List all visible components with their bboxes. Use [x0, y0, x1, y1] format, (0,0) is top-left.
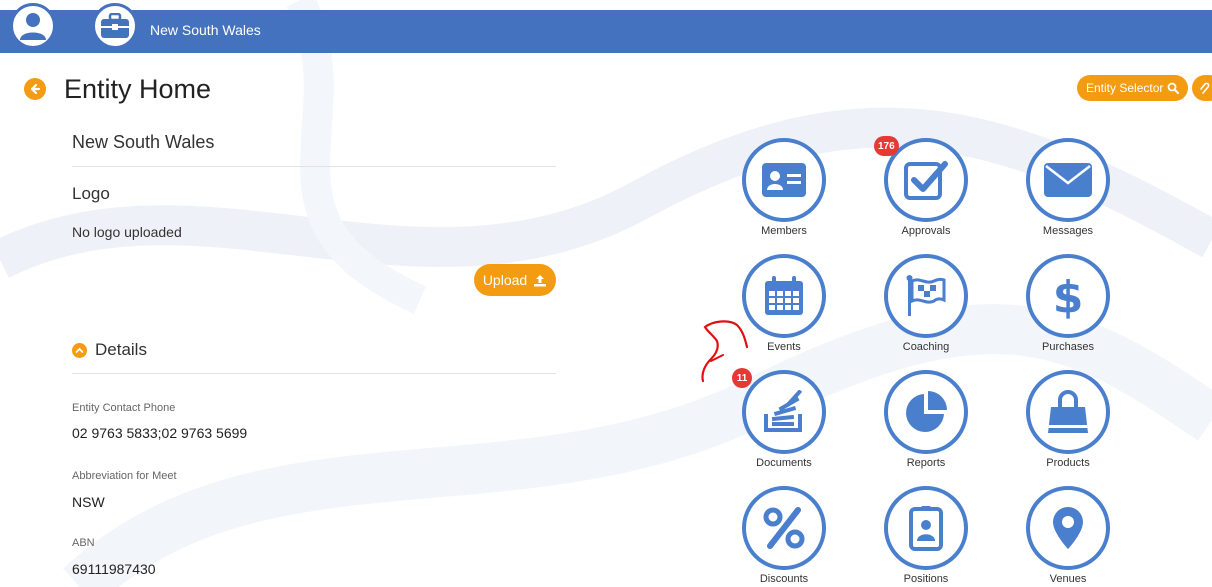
- field-value: 69111987430: [72, 561, 156, 577]
- upload-icon: [534, 274, 547, 286]
- field-value: NSW: [72, 494, 105, 510]
- user-icon: [20, 13, 46, 40]
- field-label: ABN: [72, 537, 95, 549]
- tile-label: Reports: [906, 457, 946, 469]
- upload-button[interactable]: Upload: [474, 264, 556, 296]
- entity-name-heading: New South Wales: [72, 132, 215, 152]
- tile-products[interactable]: Products: [1008, 370, 1128, 469]
- dollar-icon: $: [1053, 272, 1084, 320]
- logo-status: No logo uploaded: [72, 224, 182, 240]
- tile-messages[interactable]: Messages: [1008, 138, 1128, 237]
- tile-label: Discounts: [759, 573, 809, 585]
- entity-avatar[interactable]: [92, 3, 138, 49]
- envelope-icon: [1044, 163, 1092, 197]
- tile-ring: [742, 138, 826, 222]
- tile-ring: [742, 254, 826, 338]
- tile-label: Positions: [903, 573, 949, 585]
- tile-label: Members: [761, 225, 807, 237]
- calendar-icon: [765, 276, 803, 315]
- tile-label: Purchases: [1042, 341, 1094, 353]
- tile-label: Coaching: [902, 341, 950, 353]
- attachment-button[interactable]: [1192, 75, 1212, 101]
- tile-ring: [884, 486, 968, 570]
- field-label: Entity Contact Phone: [72, 402, 176, 414]
- map-pin-icon: [1053, 507, 1083, 549]
- badge-icon: [909, 506, 943, 551]
- search-icon: [1167, 82, 1180, 94]
- tile-reports[interactable]: Reports: [866, 370, 986, 469]
- pie-chart-icon: [906, 391, 947, 432]
- tile-members[interactable]: Members: [724, 138, 844, 237]
- topbar-title: New South Wales: [150, 22, 261, 38]
- details-toggle[interactable]: Details: [72, 340, 147, 360]
- tile-ring: [742, 370, 826, 454]
- paperclip-icon: [1200, 82, 1210, 94]
- divider: [72, 166, 556, 167]
- tile-label: Approvals: [901, 225, 951, 237]
- top-bar: New South Wales: [0, 3, 1212, 53]
- tile-ring: [1026, 370, 1110, 454]
- divider: [72, 373, 556, 374]
- tile-ring: [1026, 486, 1110, 570]
- documents-count-badge: 11: [732, 368, 752, 388]
- tile-ring: [884, 370, 968, 454]
- tile-approvals[interactable]: 176 Approvals: [866, 136, 986, 237]
- tile-label: Events: [767, 341, 801, 353]
- tile-ring: [884, 254, 968, 338]
- page-title: Entity Home: [64, 74, 212, 104]
- tile-documents[interactable]: 11 Documents: [724, 368, 844, 469]
- field-label: Abbreviation for Meet: [72, 470, 177, 482]
- shopping-bag-icon: [1048, 390, 1088, 433]
- field-value: 02 9763 5833;02 9763 5699: [72, 425, 248, 441]
- tile-label: Products: [1046, 457, 1090, 469]
- logo-heading: Logo: [72, 184, 110, 203]
- chevron-up-icon: [72, 342, 87, 358]
- arrow-left-icon: [30, 83, 41, 95]
- tile-discounts[interactable]: Discounts: [724, 486, 844, 585]
- tile-ring: [742, 486, 826, 570]
- svg-text:$: $: [1053, 272, 1084, 320]
- checkbox-icon: [904, 161, 948, 200]
- percent-icon: [763, 507, 805, 549]
- tile-coaching[interactable]: Coaching: [866, 254, 986, 353]
- document-stack-icon: [764, 390, 803, 432]
- user-avatar[interactable]: [10, 3, 56, 49]
- tile-ring: $: [1026, 254, 1110, 338]
- upload-label: Upload: [482, 272, 528, 288]
- tile-ring: [1026, 138, 1110, 222]
- back-button[interactable]: [24, 78, 46, 100]
- tile-purchases[interactable]: $ Purchases: [1008, 254, 1128, 353]
- tile-venues[interactable]: Venues: [1008, 486, 1128, 585]
- tile-label: Venues: [1049, 573, 1087, 585]
- tile-label: Messages: [1042, 225, 1094, 237]
- id-card-icon: [762, 163, 806, 197]
- briefcase-icon: [101, 13, 129, 38]
- tile-positions[interactable]: Positions: [866, 486, 986, 585]
- entity-selector-label: Entity Selector: [1086, 81, 1164, 95]
- tile-events[interactable]: Events: [724, 254, 844, 353]
- flag-icon: [906, 275, 946, 316]
- tile-label: Documents: [756, 457, 812, 469]
- entity-selector-button[interactable]: Entity Selector: [1077, 75, 1189, 101]
- approvals-count-badge: 176: [874, 136, 899, 156]
- details-heading: Details: [95, 340, 147, 359]
